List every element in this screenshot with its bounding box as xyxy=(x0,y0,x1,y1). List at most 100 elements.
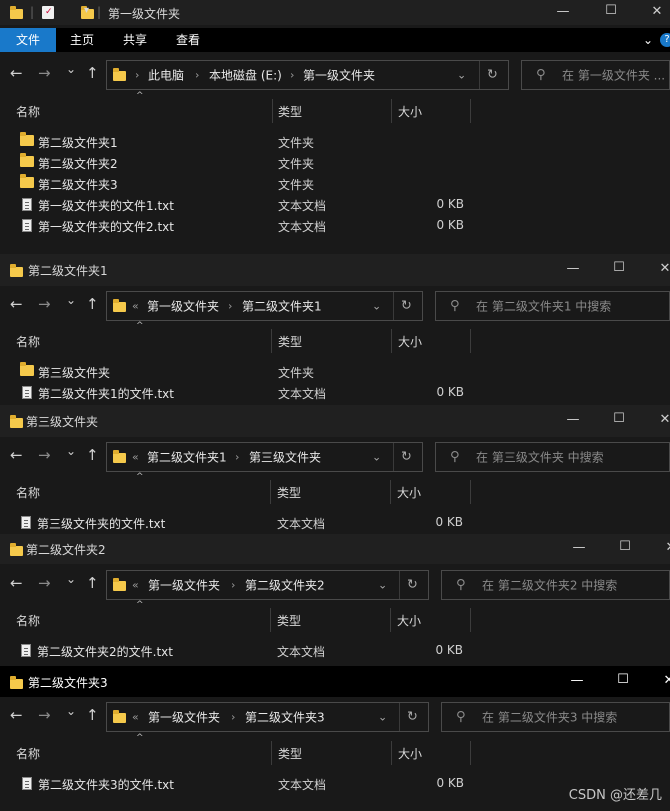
list-item[interactable]: 第二级文件夹3 文件夹 xyxy=(0,173,670,194)
back-button[interactable]: ← xyxy=(10,446,23,464)
recent-locations-button[interactable]: ⌄ xyxy=(66,62,76,76)
column-size[interactable]: 大小 xyxy=(398,745,422,762)
column-size[interactable]: 大小 xyxy=(398,333,422,350)
list-item[interactable]: 第二级文件夹1的文件.txt 文本文档 0 KB xyxy=(0,382,670,403)
breadcrumb-separator-icon[interactable]: › xyxy=(195,69,199,82)
up-button[interactable]: ↑ xyxy=(86,64,99,82)
breadcrumb-level1-folder[interactable]: 第一级文件夹 xyxy=(303,67,375,84)
customize-quick-access-icon[interactable]: ▾ xyxy=(84,5,89,16)
column-divider[interactable] xyxy=(470,741,471,765)
column-divider[interactable] xyxy=(271,329,272,353)
maximize-button[interactable]: ☐ xyxy=(596,405,642,437)
up-button[interactable]: ↑ xyxy=(86,446,99,464)
breadcrumb-separator-icon[interactable]: › xyxy=(231,579,235,592)
breadcrumb-parent-folder[interactable]: 第二级文件夹1 xyxy=(147,449,227,466)
close-button[interactable]: ✕ xyxy=(646,666,670,697)
minimize-button[interactable]: — xyxy=(550,405,596,437)
column-divider[interactable] xyxy=(390,480,391,504)
column-divider[interactable] xyxy=(391,741,392,765)
help-icon[interactable]: ? xyxy=(660,33,670,47)
breadcrumb-separator-icon[interactable]: › xyxy=(231,711,235,724)
refresh-icon[interactable]: ↻ xyxy=(407,578,418,593)
title-bar[interactable]: 第二级文件夹2 — ☐ ✕ xyxy=(0,534,670,564)
properties-icon[interactable]: ✓ xyxy=(42,6,54,19)
forward-button[interactable]: → xyxy=(38,706,51,724)
back-button[interactable]: ← xyxy=(10,574,23,592)
title-bar[interactable]: 第二级文件夹3 — ☐ ✕ xyxy=(0,666,670,697)
breadcrumb-current-folder[interactable]: 第二级文件夹2 xyxy=(245,577,325,594)
breadcrumb-overflow-icon[interactable]: « xyxy=(132,300,139,313)
forward-button[interactable]: → xyxy=(38,574,51,592)
back-button[interactable]: ← xyxy=(10,706,23,724)
breadcrumb-separator-icon[interactable]: › xyxy=(228,300,232,313)
forward-button[interactable]: → xyxy=(38,295,51,313)
forward-button[interactable]: → xyxy=(38,64,51,82)
title-bar[interactable]: | ✓ ▾ | 第一级文件夹 — ☐ ✕ xyxy=(0,0,670,25)
column-type[interactable]: 类型 xyxy=(278,333,302,350)
breadcrumb-overflow-icon[interactable]: « xyxy=(132,451,139,464)
title-bar[interactable]: 第三级文件夹 — ☐ ✕ xyxy=(0,405,670,437)
recent-locations-button[interactable]: ⌄ xyxy=(66,704,76,718)
minimize-button[interactable]: — xyxy=(554,666,600,697)
breadcrumb-overflow-icon[interactable]: « xyxy=(132,711,139,724)
maximize-button[interactable]: ☐ xyxy=(588,0,634,25)
list-item[interactable]: 第二级文件夹1 文件夹 xyxy=(0,131,670,152)
column-divider[interactable] xyxy=(470,329,471,353)
column-divider[interactable] xyxy=(270,608,271,632)
breadcrumb-this-pc[interactable]: 此电脑 xyxy=(148,67,184,84)
column-divider[interactable] xyxy=(390,608,391,632)
search-input[interactable]: ⚲ 在 第二级文件夹2 中搜索 xyxy=(441,570,670,600)
search-input[interactable]: ⚲ 在 第三级文件夹 中搜索 xyxy=(435,442,670,472)
close-button[interactable]: ✕ xyxy=(648,534,670,564)
maximize-button[interactable]: ☐ xyxy=(596,254,642,286)
list-item[interactable]: 第一级文件夹的文件1.txt 文本文档 0 KB xyxy=(0,194,670,215)
column-divider[interactable] xyxy=(270,480,271,504)
breadcrumb-separator-icon[interactable]: › xyxy=(135,69,139,82)
column-name[interactable]: 名称 xyxy=(16,333,40,350)
breadcrumb-separator-icon[interactable]: › xyxy=(235,451,239,464)
address-bar[interactable]: « 第一级文件夹 › 第二级文件夹2 ⌄ ↻ xyxy=(106,570,429,600)
column-type[interactable]: 类型 xyxy=(278,745,302,762)
refresh-icon[interactable]: ↻ xyxy=(401,450,412,465)
list-item[interactable]: 第一级文件夹的文件2.txt 文本文档 0 KB xyxy=(0,215,670,236)
search-input[interactable]: ⚲ 在 第二级文件夹1 中搜索 xyxy=(435,291,670,321)
column-divider[interactable] xyxy=(272,99,273,123)
column-name[interactable]: 名称 xyxy=(16,745,40,762)
address-dropdown-icon[interactable]: ⌄ xyxy=(378,579,387,592)
column-type[interactable]: 类型 xyxy=(277,484,301,501)
maximize-button[interactable]: ☐ xyxy=(600,666,646,697)
column-divider[interactable] xyxy=(470,480,471,504)
breadcrumb-current-folder[interactable]: 第二级文件夹3 xyxy=(245,709,325,726)
title-bar[interactable]: 第二级文件夹1 — ☐ ✕ xyxy=(0,254,670,286)
address-bar[interactable]: « 第一级文件夹 › 第二级文件夹3 ⌄ ↻ xyxy=(106,702,429,732)
breadcrumb-current-folder[interactable]: 第二级文件夹1 xyxy=(242,298,322,315)
breadcrumb-level1-folder[interactable]: 第一级文件夹 xyxy=(148,577,220,594)
breadcrumb-local-disk[interactable]: 本地磁盘 (E:) xyxy=(209,67,282,84)
address-dropdown-icon[interactable]: ⌄ xyxy=(372,451,381,464)
column-divider[interactable] xyxy=(271,741,272,765)
address-bar[interactable]: « 第二级文件夹1 › 第三级文件夹 ⌄ ↻ xyxy=(106,442,423,472)
tab-file[interactable]: 文件 xyxy=(0,28,56,52)
expand-ribbon-icon[interactable]: ⌄ xyxy=(638,28,658,52)
breadcrumb-overflow-icon[interactable]: « xyxy=(132,579,139,592)
recent-locations-button[interactable]: ⌄ xyxy=(66,293,76,307)
recent-locations-button[interactable]: ⌄ xyxy=(66,572,76,586)
refresh-icon[interactable]: ↻ xyxy=(407,710,418,725)
column-type[interactable]: 类型 xyxy=(277,612,301,629)
column-divider[interactable] xyxy=(391,329,392,353)
minimize-button[interactable]: — xyxy=(540,0,586,25)
minimize-button[interactable]: — xyxy=(550,254,596,286)
forward-button[interactable]: → xyxy=(38,446,51,464)
close-button[interactable]: ✕ xyxy=(634,0,670,25)
tab-home[interactable]: 主页 xyxy=(56,28,108,52)
column-name[interactable]: 名称 xyxy=(16,612,40,629)
column-divider[interactable] xyxy=(470,608,471,632)
back-button[interactable]: ← xyxy=(10,64,23,82)
list-item[interactable]: 第二级文件夹2的文件.txt 文本文档 0 KB xyxy=(0,640,670,661)
column-name[interactable]: 名称 xyxy=(16,484,40,501)
column-size[interactable]: 大小 xyxy=(397,484,421,501)
address-bar[interactable]: « 第一级文件夹 › 第二级文件夹1 ⌄ ↻ xyxy=(106,291,423,321)
close-button[interactable]: ✕ xyxy=(642,254,670,286)
column-type[interactable]: 类型 xyxy=(278,103,302,120)
address-dropdown-icon[interactable]: ⌄ xyxy=(457,69,466,82)
